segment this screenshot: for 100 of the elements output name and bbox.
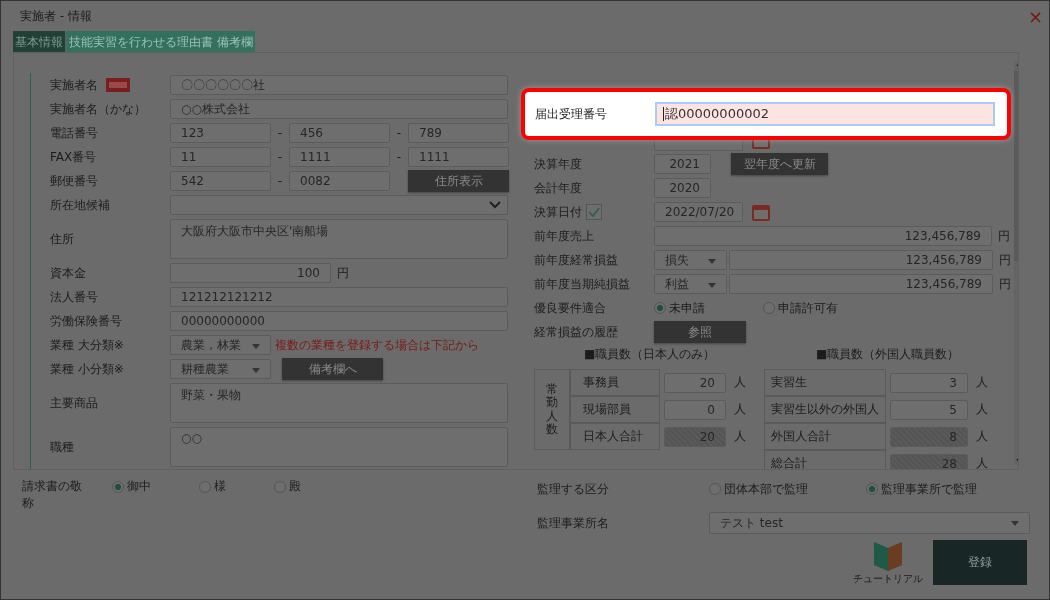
dropdown[interactable] [170,195,508,215]
table-cell: 日本人合計 [570,423,660,450]
field-label: FAX番号 [50,148,97,166]
field-label: 経常損益の履歴 [534,323,618,341]
field-label: 決算年度 [534,155,582,173]
chevron-down-icon [489,201,501,209]
radio-option[interactable]: 御中 [112,478,151,495]
unit-label: 円 [998,227,1010,245]
field-label: 職種 [50,438,74,456]
caret-icon [708,283,716,288]
field-label: 請求書の敬称 [22,478,83,512]
unit-label: 円 [999,275,1011,293]
text-field[interactable]: 00000000000 [170,311,508,331]
radio-option[interactable]: 申請許可有 [763,299,838,317]
field-label: 資本金 [50,264,86,282]
separator-dash: - [395,126,403,140]
field-label: 決算日付 [534,203,582,221]
unit-label: 人 [976,428,988,445]
separator-dash: - [276,150,284,164]
radio-option[interactable]: 様 [199,478,226,495]
text-field[interactable]: 456 [289,123,390,143]
amount-field[interactable]: 123,456,789 [729,250,993,270]
table-cell: 事務員 [570,369,660,396]
field-label: 所在地候補 [50,196,110,214]
address-lookup-button[interactable]: 住所表示 [408,170,509,192]
amount-field[interactable]: 123,456,789 [654,226,992,246]
text-field[interactable]: 1111 [289,147,390,167]
field-label: 住所 [50,230,74,248]
tab[interactable]: 技能実習を行わせる理由書 [67,31,215,52]
text-field[interactable]: 542 [170,171,271,191]
calendar-icon[interactable] [751,202,771,222]
field-label: 電話番号 [50,124,98,142]
next-year-button[interactable]: 翌年度へ更新 [731,153,828,175]
field-label: 優良要件適合 [534,299,606,317]
dropdown[interactable]: テスト test [709,512,1030,534]
text-area[interactable]: 大阪府大阪市中央区'南船場 [170,219,508,259]
field-label: 監理する区分 [537,480,610,498]
text-field[interactable]: 789 [408,123,509,143]
number-field[interactable]: 20 [664,372,726,393]
text-field[interactable]: ○○株式会社 [170,99,508,119]
date-field[interactable] [654,140,743,151]
date-field[interactable]: 2022/07/20 [654,202,743,222]
radio-option[interactable]: 団体本部で監理 [709,480,808,498]
field-label: 前年度当期純損益 [534,275,630,293]
text-field[interactable]: 認00000000002 [655,102,995,126]
caret-icon [252,368,260,373]
tab[interactable]: 備考欄 [215,31,255,52]
field-label: 郵便番号 [50,172,98,190]
unit-label: 人 [976,401,988,418]
dropdown[interactable]: 損失 [654,250,727,270]
number-field[interactable]: 2021 [654,154,711,174]
unit-label: 円 [337,264,349,282]
field-label: 届出受理番号 [535,105,608,123]
radio-option[interactable]: 監理事業所で監理 [866,480,977,498]
caret-icon [708,259,716,264]
text-field[interactable]: 0082 [289,171,390,191]
field-label: 監理事業所名 [537,514,610,532]
table-cell: 常勤人数 [534,369,570,450]
dropdown[interactable]: 耕種農業 [170,359,271,379]
radio-option[interactable]: 未申請 [654,299,705,317]
dropdown[interactable]: 農業，林業 [170,335,271,355]
tutorial-button[interactable]: チュートリアル [851,540,925,585]
text-field[interactable]: 11 [170,147,271,167]
separator-dash: - [276,126,284,140]
text-field[interactable]: 123 [170,123,271,143]
table-cell: 現場部員 [570,396,660,423]
close-button[interactable]: × [1027,5,1043,27]
unit-label: 人 [976,374,988,391]
separator-dash: - [395,150,403,164]
text-area[interactable]: 野菜・果物 [170,383,508,423]
text-field[interactable]: 121212121212 [170,287,508,307]
number-field[interactable]: 0 [664,399,726,420]
section-heading: ■職員数（外国人職員数） [816,346,961,363]
register-button[interactable]: 登録 [933,540,1027,585]
text-area[interactable]: ○○ [170,427,508,467]
checkbox[interactable] [586,204,602,220]
history-button[interactable]: 参照 [654,321,746,343]
remarks-button[interactable]: 備考欄へ [282,358,383,380]
table-cell: 総合計 [764,450,886,469]
text-field[interactable]: 1111 [408,147,509,167]
number-field[interactable]: 100 [170,263,331,283]
field-label: 業種 小分類※ [50,360,124,378]
number-field[interactable]: 3 [890,372,968,393]
separator-dash: - [276,174,284,188]
unit-label: 円 [999,251,1011,269]
field-label: 会計年度 [534,179,582,197]
number-field[interactable]: 5 [890,399,968,420]
tab[interactable]: 基本情報 [13,31,67,52]
window-title: 実施者 - 情報 [20,7,92,25]
number-field[interactable]: 2020 [654,178,711,198]
field-label: 労働保険番号 [50,312,122,330]
radio-option[interactable]: 殿 [274,478,301,495]
field-label: 実施者名（かな） [50,100,146,118]
field-label: 業種 大分類※ [50,336,124,354]
dropdown[interactable]: 利益 [654,274,727,294]
field-label: 実施者名 [50,76,98,94]
amount-field[interactable]: 123,456,789 [729,274,993,294]
calendar-icon[interactable] [751,140,771,150]
field-label: 主要商品 [50,394,98,412]
field-label: 法人番号 [50,288,98,306]
